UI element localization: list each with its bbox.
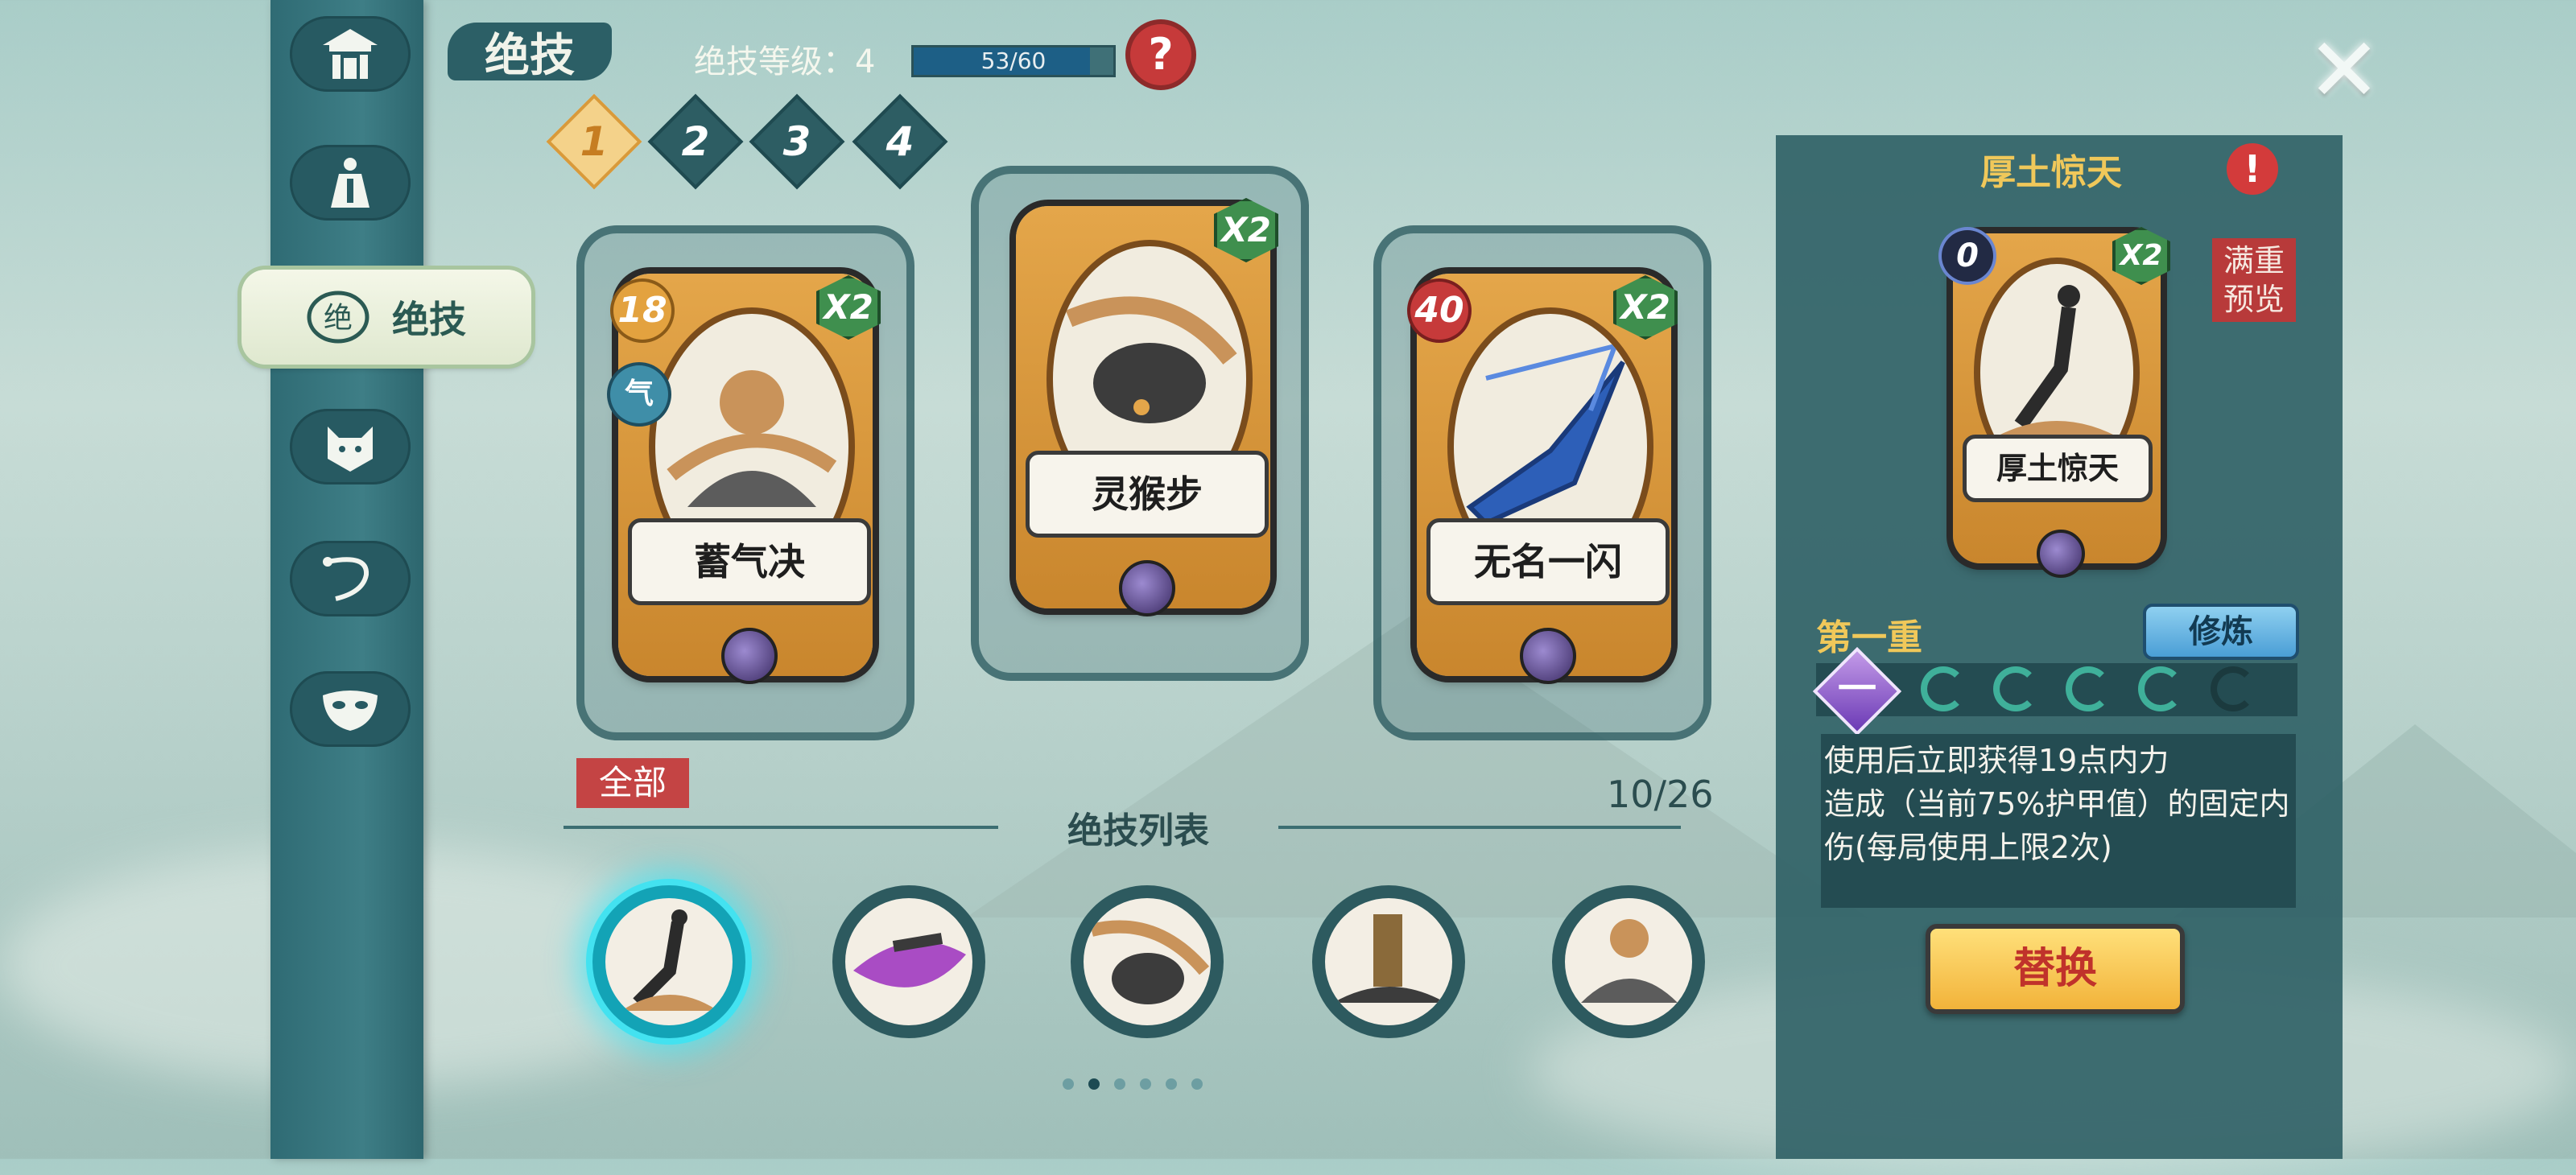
pagination-dot[interactable] <box>1088 1078 1100 1090</box>
detail-card-name: 厚土惊天 <box>1963 435 2153 502</box>
whip-icon <box>323 557 369 601</box>
martial-figure-icon <box>331 158 369 208</box>
skill-list-item[interactable] <box>1071 885 1224 1038</box>
cost-badge: 40 <box>1410 282 1468 340</box>
full-preview-button[interactable]: 满重预览 <box>2212 238 2296 322</box>
cost-badge: 18 <box>613 282 671 340</box>
tier-swirl-icon <box>2066 666 2111 711</box>
skill-list-item[interactable] <box>1552 885 1705 1038</box>
close-x-icon[interactable]: ✕ <box>2306 26 2383 114</box>
orb-icon <box>721 628 778 684</box>
skill-emblem-icon: 绝 <box>307 291 369 344</box>
pagination-dot[interactable] <box>1063 1078 1074 1090</box>
orb-icon <box>1520 628 1576 684</box>
pagination-dot[interactable] <box>1191 1078 1203 1090</box>
pagination-dot[interactable] <box>1140 1078 1151 1090</box>
train-button[interactable]: 修炼 <box>2143 604 2299 660</box>
tier-label: 第一重 <box>1816 617 1922 658</box>
page-tab-1[interactable]: 1 <box>546 93 642 190</box>
progress-text: 53/60 <box>980 47 1046 74</box>
card-name: 灵猴步 <box>1026 451 1269 538</box>
skill-description: 使用后立即获得19点内力 造成（当前75%护甲值）的固定内伤(每局使用上限2次) <box>1824 743 2290 865</box>
mask-icon <box>323 691 378 731</box>
divider-left <box>564 826 998 829</box>
skill-level-progress-bar: 53/60 <box>911 45 1116 77</box>
replace-button[interactable]: 替换 <box>1926 924 2185 1014</box>
filter-all-button[interactable]: 全部 <box>576 758 689 808</box>
divider-right <box>1278 826 1681 829</box>
skill-list-count: 10/26 <box>1607 773 1714 816</box>
svg-text:绝: 绝 <box>324 302 353 335</box>
nav-pet-button[interactable] <box>290 409 411 484</box>
orb-icon <box>1119 560 1175 616</box>
detail-title: 厚土惊天 <box>1980 152 2122 193</box>
detail-cost-badge: 0 <box>1942 230 1993 282</box>
nav-skill-button[interactable]: 绝 绝技 <box>242 270 531 365</box>
exclamation-icon[interactable]: ! <box>2227 143 2278 195</box>
pagination-dot[interactable] <box>1166 1078 1177 1090</box>
equipped-skill-card[interactable]: 灵猴步 <box>1016 206 1270 616</box>
nav-mask-button[interactable] <box>290 671 411 747</box>
card-name: 无名一闪 <box>1426 518 1670 605</box>
tier-swirl-icon <box>1921 666 1966 711</box>
nav-skill-label: 绝技 <box>392 298 466 341</box>
page-tab-3[interactable]: 3 <box>749 93 845 190</box>
skill-list-title: 绝技列表 <box>1067 810 1209 851</box>
page-tab-2[interactable]: 2 <box>647 93 744 190</box>
nav-character-button[interactable] <box>290 145 411 221</box>
page-tab-4[interactable]: 4 <box>852 93 948 190</box>
tier-swirl-icon <box>2211 666 2256 711</box>
tier-swirl-icon <box>1993 666 2038 711</box>
skill-list-item[interactable] <box>1312 885 1465 1038</box>
pagination-dot[interactable] <box>1114 1078 1125 1090</box>
nav-pavilion-button[interactable] <box>290 16 411 92</box>
page-title: 绝技 <box>448 23 612 82</box>
skill-level-label: 绝技等级：4 <box>694 43 876 80</box>
qi-badge: 气 <box>610 365 668 423</box>
detail-skill-card: 厚土惊天 <box>1953 233 2161 578</box>
nav-weapon-button[interactable] <box>290 541 411 616</box>
cat-face-icon <box>328 427 373 472</box>
question-icon[interactable]: ? <box>1130 24 1191 85</box>
skill-list-item[interactable] <box>832 885 985 1038</box>
card-name: 蓄气决 <box>628 518 871 605</box>
orb-icon <box>2037 530 2085 578</box>
pavilion-icon <box>323 29 378 79</box>
skill-list-item[interactable] <box>592 885 745 1038</box>
tier-swirl-icon <box>2138 666 2183 711</box>
